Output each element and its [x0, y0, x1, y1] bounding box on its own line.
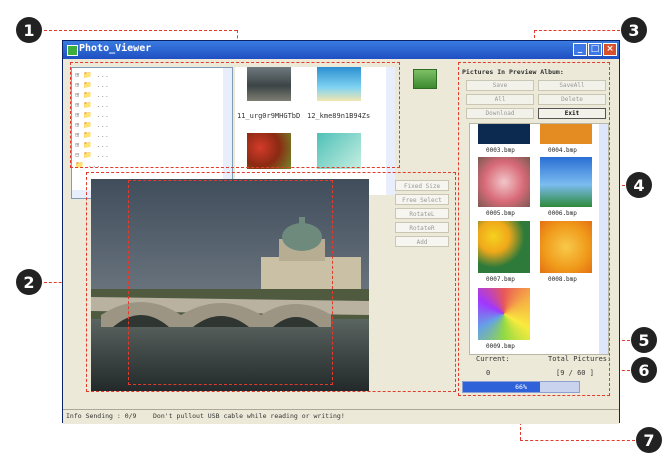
- status-info: Info Sending : 0/9: [66, 412, 137, 420]
- window-title: Photo_Viewer: [79, 43, 152, 54]
- leader-3: [534, 30, 620, 31]
- callout-7: 7: [636, 427, 662, 453]
- app-icon: [67, 45, 78, 56]
- close-button[interactable]: ×: [603, 43, 617, 56]
- callout-4: 4: [626, 172, 652, 198]
- minimize-button[interactable]: _: [573, 43, 587, 56]
- callout-1: 1: [16, 17, 42, 43]
- maximize-button[interactable]: □: [588, 43, 602, 56]
- callout-6: 6: [631, 357, 657, 383]
- leader-7: [520, 440, 635, 441]
- status-bar: Info Sending : 0/9 Don't pullout USB cab…: [63, 409, 619, 424]
- status-message: Don't pullout USB cable while reading or…: [153, 412, 345, 420]
- leader-1: [44, 30, 237, 31]
- highlight-box-1: [70, 62, 400, 168]
- callout-3: 3: [621, 17, 647, 43]
- callout-5: 5: [631, 327, 657, 353]
- title-bar: Photo_Viewer _ □ ×: [63, 41, 619, 59]
- highlight-box-2-inner: [128, 180, 333, 385]
- camera-icon[interactable]: [413, 69, 437, 89]
- highlight-box-3: [458, 62, 610, 396]
- callout-2: 2: [16, 269, 42, 295]
